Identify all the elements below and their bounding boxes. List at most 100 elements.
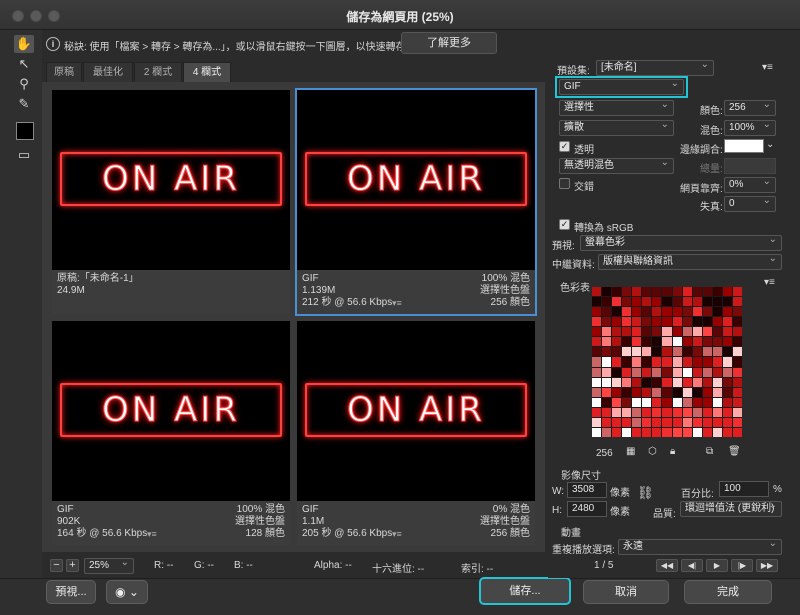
color-swatch[interactable] bbox=[732, 377, 742, 387]
zoom-select[interactable]: 25% bbox=[84, 556, 134, 574]
color-swatch[interactable] bbox=[642, 387, 652, 397]
color-swatch[interactable] bbox=[702, 347, 712, 357]
color-swatch[interactable] bbox=[592, 397, 602, 407]
pane-menu-icon[interactable]: ▾≡ bbox=[147, 528, 157, 540]
last-frame-button[interactable]: ▶▶ bbox=[756, 559, 778, 572]
color-table-grid[interactable] bbox=[592, 287, 742, 437]
color-swatch[interactable] bbox=[722, 357, 732, 367]
color-swatch[interactable] bbox=[732, 417, 742, 427]
color-swatch[interactable] bbox=[612, 337, 622, 347]
color-swatch[interactable] bbox=[652, 357, 662, 367]
lock-color-icon[interactable]: 🔒︎ bbox=[670, 446, 675, 457]
color-swatch[interactable] bbox=[602, 297, 612, 307]
color-swatch[interactable] bbox=[652, 347, 662, 357]
color-swatch[interactable] bbox=[612, 387, 622, 397]
color-swatch[interactable] bbox=[662, 387, 672, 397]
toggle-slices-icon[interactable]: ▭ bbox=[14, 146, 34, 164]
color-swatch[interactable] bbox=[712, 307, 722, 317]
color-swatch[interactable] bbox=[632, 317, 642, 327]
color-swatch[interactable] bbox=[722, 347, 732, 357]
color-swatch[interactable] bbox=[612, 407, 622, 417]
learn-more-button[interactable]: 了解更多 bbox=[401, 32, 497, 54]
color-swatch[interactable] bbox=[692, 387, 702, 397]
color-swatch[interactable] bbox=[712, 337, 722, 347]
color-swatch[interactable] bbox=[642, 407, 652, 417]
color-swatch[interactable] bbox=[692, 367, 702, 377]
color-swatch[interactable] bbox=[722, 287, 732, 297]
color-swatch[interactable] bbox=[642, 367, 652, 377]
hand-tool-icon[interactable]: ✋ bbox=[14, 35, 34, 53]
color-swatch[interactable] bbox=[702, 377, 712, 387]
color-swatch[interactable] bbox=[702, 307, 712, 317]
color-swatch[interactable] bbox=[592, 347, 602, 357]
color-swatch[interactable] bbox=[612, 297, 622, 307]
matte-dropdown-icon[interactable]: ⌄ bbox=[766, 139, 774, 150]
color-swatch[interactable] bbox=[672, 427, 682, 437]
optimize-menu-icon[interactable]: ▾≡ bbox=[762, 62, 773, 73]
color-swatch[interactable] bbox=[642, 327, 652, 337]
browser-preview-icon[interactable]: ◉ ⌄ bbox=[106, 580, 148, 604]
color-swatch[interactable] bbox=[612, 377, 622, 387]
metadata-select[interactable]: 版權與聯絡資訊 bbox=[598, 252, 782, 270]
dither-select[interactable]: 100% bbox=[724, 118, 776, 136]
color-swatch[interactable] bbox=[672, 377, 682, 387]
color-swatch[interactable] bbox=[672, 357, 682, 367]
color-swatch[interactable] bbox=[722, 317, 732, 327]
color-swatch[interactable] bbox=[652, 427, 662, 437]
color-swatch[interactable] bbox=[592, 307, 602, 317]
color-swatch[interactable] bbox=[692, 357, 702, 367]
color-swatch[interactable] bbox=[702, 297, 712, 307]
color-swatch[interactable] bbox=[632, 417, 642, 427]
percent-field[interactable]: 100 bbox=[719, 481, 769, 497]
color-swatch[interactable] bbox=[722, 427, 732, 437]
constrain-link-icon[interactable]: ⛓ bbox=[637, 485, 654, 501]
color-swatch[interactable] bbox=[672, 397, 682, 407]
color-swatch[interactable] bbox=[732, 387, 742, 397]
color-swatch[interactable] bbox=[722, 387, 732, 397]
height-field[interactable]: 2480 bbox=[567, 501, 607, 517]
color-swatch[interactable] bbox=[602, 377, 612, 387]
color-swatch[interactable] bbox=[682, 407, 692, 417]
color-swatch[interactable] bbox=[712, 327, 722, 337]
color-swatch[interactable] bbox=[692, 407, 702, 417]
color-swatch[interactable] bbox=[592, 387, 602, 397]
color-swatch[interactable] bbox=[642, 287, 652, 297]
color-swatch[interactable] bbox=[672, 367, 682, 377]
color-swatch[interactable] bbox=[682, 317, 692, 327]
first-frame-button[interactable]: ◀◀ bbox=[656, 559, 678, 572]
interlaced-checkbox[interactable] bbox=[559, 178, 570, 189]
color-swatch[interactable] bbox=[662, 297, 672, 307]
color-swatch[interactable] bbox=[722, 367, 732, 377]
color-swatch[interactable] bbox=[702, 337, 712, 347]
color-swatch[interactable] bbox=[712, 287, 722, 297]
color-swatch[interactable] bbox=[612, 367, 622, 377]
color-reduction-select[interactable]: 選擇性 bbox=[559, 98, 674, 116]
color-swatch[interactable] bbox=[692, 317, 702, 327]
color-swatch[interactable] bbox=[702, 327, 712, 337]
color-swatch[interactable] bbox=[702, 387, 712, 397]
color-swatch[interactable] bbox=[712, 367, 722, 377]
color-swatch[interactable] bbox=[632, 347, 642, 357]
color-swatch[interactable] bbox=[672, 387, 682, 397]
color-swatch[interactable] bbox=[662, 427, 672, 437]
color-swatch[interactable] bbox=[682, 337, 692, 347]
color-swatch[interactable] bbox=[612, 427, 622, 437]
color-swatch[interactable] bbox=[662, 327, 672, 337]
color-swatch[interactable] bbox=[612, 307, 622, 317]
color-swatch[interactable] bbox=[622, 347, 632, 357]
color-swatch[interactable] bbox=[642, 357, 652, 367]
color-swatch[interactable] bbox=[622, 327, 632, 337]
preview-button[interactable]: 預視... bbox=[46, 580, 96, 604]
color-swatch[interactable] bbox=[682, 297, 692, 307]
color-swatch[interactable] bbox=[642, 417, 652, 427]
color-swatch[interactable] bbox=[682, 307, 692, 317]
color-swatch[interactable] bbox=[642, 347, 652, 357]
color-swatch[interactable] bbox=[622, 297, 632, 307]
color-swatch[interactable] bbox=[712, 347, 722, 357]
new-color-icon[interactable]: ⧉ bbox=[706, 446, 713, 457]
color-swatch[interactable] bbox=[672, 417, 682, 427]
color-swatch[interactable] bbox=[592, 297, 602, 307]
color-swatch[interactable] bbox=[722, 377, 732, 387]
color-swatch[interactable] bbox=[652, 397, 662, 407]
color-swatch[interactable] bbox=[602, 357, 612, 367]
